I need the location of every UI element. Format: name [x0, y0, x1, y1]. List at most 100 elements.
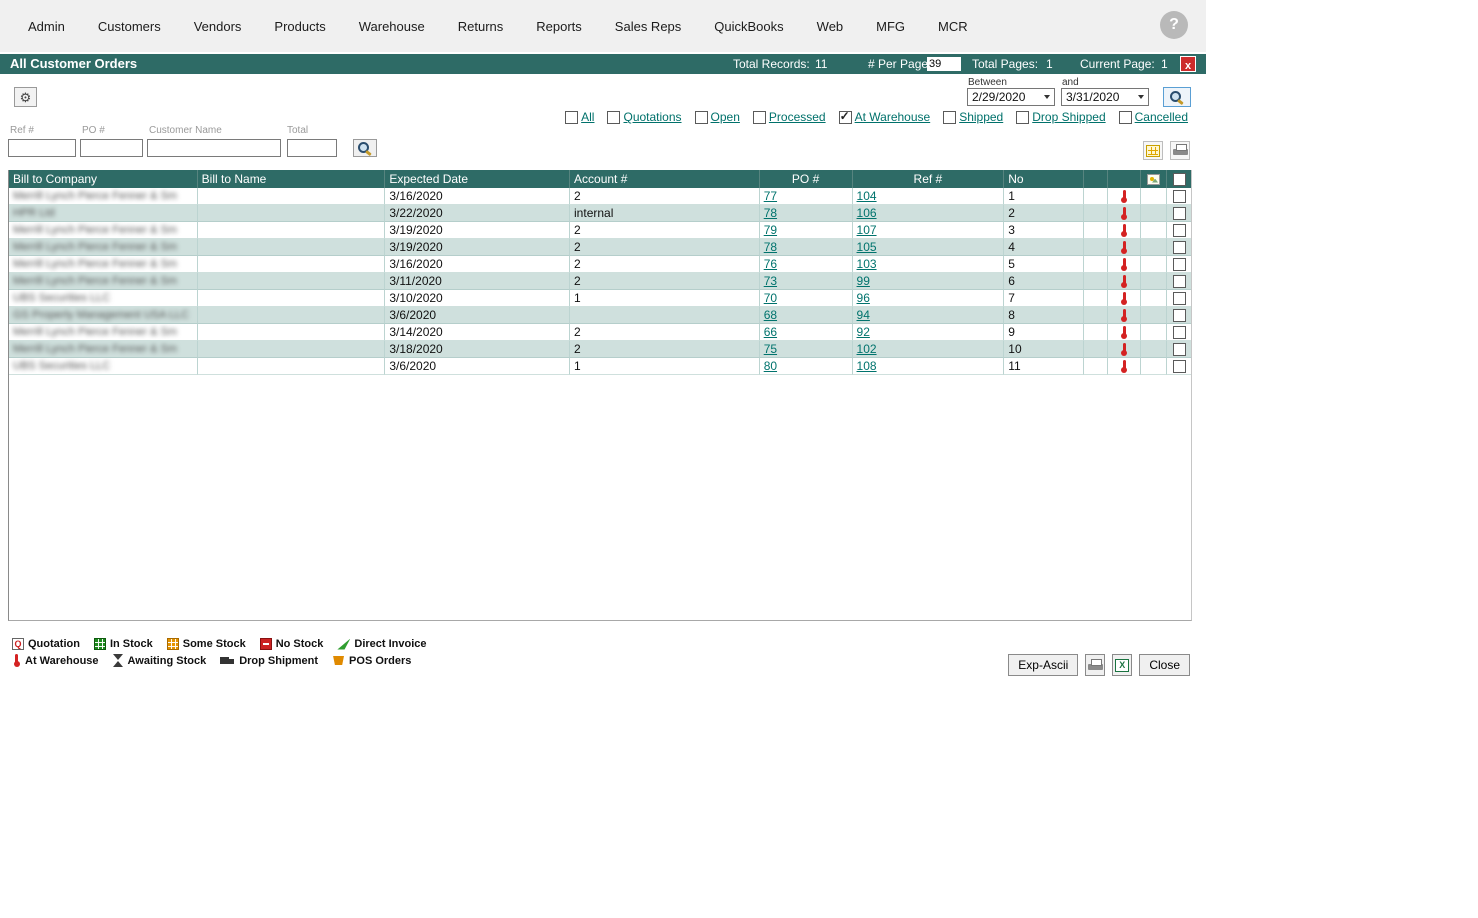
row-select-checkbox[interactable]	[1173, 292, 1186, 305]
filter-drop-shipped[interactable]: Drop Shipped	[1016, 110, 1105, 124]
row-select-checkbox[interactable]	[1173, 258, 1186, 271]
ref-link[interactable]: 96	[857, 291, 870, 305]
filter-processed-checkbox[interactable]	[753, 111, 766, 124]
col-bill-to-name[interactable]: Bill to Name	[198, 170, 386, 188]
field-search-button[interactable]	[353, 139, 377, 157]
cell-no: 2	[1004, 205, 1084, 222]
export-excel-button[interactable]	[1143, 141, 1163, 160]
ref-link[interactable]: 104	[857, 189, 877, 203]
row-select-checkbox[interactable]	[1173, 343, 1186, 356]
po-link[interactable]: 80	[764, 359, 777, 373]
close-window-button[interactable]: x	[1180, 56, 1196, 72]
row-select-checkbox[interactable]	[1173, 360, 1186, 373]
po-link[interactable]: 75	[764, 342, 777, 356]
filter-at-warehouse-checkbox[interactable]	[839, 111, 852, 124]
filter-quotations-checkbox[interactable]	[607, 111, 620, 124]
col-bill-to-company[interactable]: Bill to Company	[9, 170, 198, 188]
ref-search-input[interactable]	[8, 139, 76, 157]
menu-item-vendors[interactable]: Vendors	[194, 19, 242, 34]
menu-item-admin[interactable]: Admin	[28, 19, 65, 34]
po-link[interactable]: 77	[764, 189, 777, 203]
cell-no: 4	[1004, 239, 1084, 256]
menu-item-products[interactable]: Products	[274, 19, 325, 34]
row-select-checkbox[interactable]	[1173, 326, 1186, 339]
cell-bill-to-company: Merrill Lynch Pierce Fenner & Sm	[9, 256, 198, 273]
menu-item-reports[interactable]: Reports	[536, 19, 582, 34]
filter-drop-shipped-checkbox[interactable]	[1016, 111, 1029, 124]
po-search-input[interactable]	[80, 139, 143, 157]
filter-all[interactable]: All	[565, 110, 594, 124]
help-button[interactable]: ?	[1160, 11, 1188, 39]
col-expected-date[interactable]: Expected Date	[385, 170, 570, 188]
settings-button[interactable]: ⚙	[14, 87, 37, 107]
menu-item-returns[interactable]: Returns	[458, 19, 504, 34]
print-list-button[interactable]	[1170, 141, 1190, 160]
menu-item-warehouse[interactable]: Warehouse	[359, 19, 425, 34]
cell-ref: 99	[853, 273, 1005, 290]
po-link[interactable]: 79	[764, 223, 777, 237]
row-select-checkbox[interactable]	[1173, 224, 1186, 237]
menu-item-mfg[interactable]: MFG	[876, 19, 905, 34]
filter-at-warehouse[interactable]: At Warehouse	[839, 110, 931, 124]
filter-processed[interactable]: Processed	[753, 110, 826, 124]
col-select	[1167, 170, 1191, 188]
ref-link[interactable]: 103	[857, 257, 877, 271]
cell-spacer	[1084, 307, 1108, 324]
customer-name-search-input[interactable]	[147, 139, 281, 157]
menu-item-quickbooks[interactable]: QuickBooks	[714, 19, 783, 34]
cell-ref: 92	[853, 324, 1005, 341]
ref-link[interactable]: 107	[857, 223, 877, 237]
filter-cancelled[interactable]: Cancelled	[1119, 110, 1188, 124]
at-warehouse-icon	[1120, 207, 1129, 220]
date-from-select[interactable]: 2/29/2020	[967, 88, 1055, 106]
filter-quotations[interactable]: Quotations	[607, 110, 681, 124]
po-link[interactable]: 76	[764, 257, 777, 271]
filter-cancelled-checkbox[interactable]	[1119, 111, 1132, 124]
company-name-blurred: Merrill Lynch Pierce Fenner & Sm	[13, 326, 177, 338]
po-link[interactable]: 70	[764, 291, 777, 305]
ref-link[interactable]: 106	[857, 206, 877, 220]
close-button[interactable]: Close	[1139, 654, 1190, 676]
po-link[interactable]: 73	[764, 274, 777, 288]
date-to-select[interactable]: 3/31/2020	[1061, 88, 1149, 106]
po-link[interactable]: 78	[764, 240, 777, 254]
col-account[interactable]: Account #	[570, 170, 760, 188]
ref-link[interactable]: 92	[857, 325, 870, 339]
row-select-checkbox[interactable]	[1173, 275, 1186, 288]
ref-link[interactable]: 105	[857, 240, 877, 254]
col-no[interactable]: No	[1004, 170, 1084, 188]
select-all-checkbox[interactable]	[1173, 173, 1186, 186]
col-ref[interactable]: Ref #	[853, 170, 1005, 188]
cell-spacer	[1084, 358, 1108, 375]
filter-shipped-checkbox[interactable]	[943, 111, 956, 124]
excel-export-button[interactable]: X	[1112, 654, 1132, 676]
per-page-input[interactable]	[927, 57, 961, 71]
po-link[interactable]: 68	[764, 308, 777, 322]
row-select-checkbox[interactable]	[1173, 190, 1186, 203]
po-link[interactable]: 66	[764, 325, 777, 339]
row-select-checkbox[interactable]	[1173, 207, 1186, 220]
filter-open-checkbox[interactable]	[695, 111, 708, 124]
menu-item-web[interactable]: Web	[817, 19, 844, 34]
ref-link[interactable]: 102	[857, 342, 877, 356]
ref-link[interactable]: 108	[857, 359, 877, 373]
menu-item-sales-reps[interactable]: Sales Reps	[615, 19, 681, 34]
table-export-icon	[1146, 145, 1160, 157]
row-select-checkbox[interactable]	[1173, 309, 1186, 322]
filter-shipped[interactable]: Shipped	[943, 110, 1003, 124]
print-button[interactable]	[1085, 654, 1105, 676]
date-search-button[interactable]	[1163, 87, 1191, 107]
ref-link[interactable]: 99	[857, 274, 870, 288]
total-search-input[interactable]	[287, 139, 337, 157]
ref-field-label: Ref #	[8, 125, 76, 136]
awaiting-stock-icon	[113, 654, 124, 667]
menu-item-customers[interactable]: Customers	[98, 19, 161, 34]
ref-link[interactable]: 94	[857, 308, 870, 322]
col-po[interactable]: PO #	[760, 170, 853, 188]
filter-open[interactable]: Open	[695, 110, 740, 124]
po-link[interactable]: 78	[764, 206, 777, 220]
menu-item-mcr[interactable]: MCR	[938, 19, 968, 34]
row-select-checkbox[interactable]	[1173, 241, 1186, 254]
exp-ascii-button[interactable]: Exp-Ascii	[1008, 654, 1078, 676]
filter-all-checkbox[interactable]	[565, 111, 578, 124]
